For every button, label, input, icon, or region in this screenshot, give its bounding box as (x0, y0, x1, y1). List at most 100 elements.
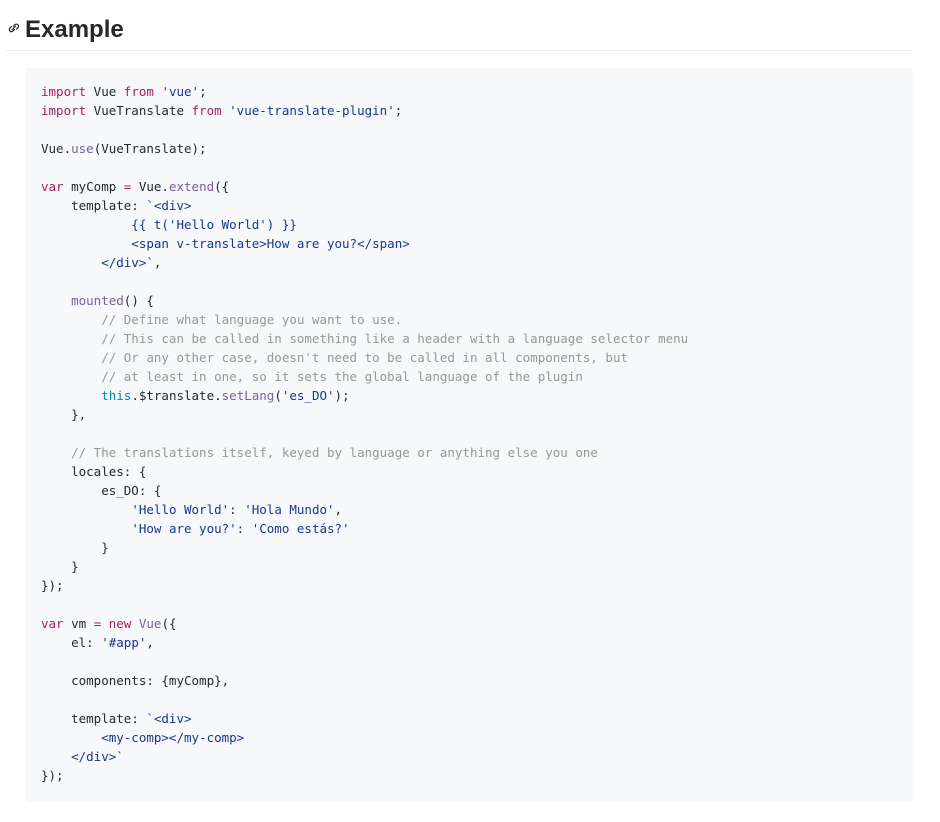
code-line: } (41, 538, 688, 557)
code-token: vm (63, 616, 94, 631)
code-token: } (41, 540, 109, 555)
code-line: import VueTranslate from 'vue-translate-… (41, 101, 688, 120)
code-token: components: {myComp}, (41, 673, 230, 688)
code-line: template: `<div> (41, 709, 688, 728)
code-token: `<div> (146, 198, 192, 213)
code-line: import Vue from 'vue'; (41, 82, 688, 101)
code-token: <span v-translate>How are you?</span> (41, 236, 410, 251)
code-line: 'Hello World': 'Hola Mundo', (41, 500, 688, 519)
code-token: </div>` (41, 749, 124, 764)
code-token: : (229, 502, 245, 517)
code-token: `<div> (146, 711, 192, 726)
code-line: mounted() { (41, 291, 688, 310)
code-line: this.$translate.setLang('es_DO'); (41, 386, 688, 405)
code-line: // at least in one, so it sets the globa… (41, 367, 688, 386)
code-line: }); (41, 766, 688, 785)
code-token: Vue. (41, 141, 72, 156)
code-token: // at least in one, so it sets the globa… (41, 369, 583, 384)
code-line: var myComp = Vue.extend({ (41, 177, 688, 196)
code-token: Vue. (131, 179, 169, 194)
code-token: 'vue-translate-plugin' (229, 103, 395, 118)
code-token: setLang (221, 388, 275, 403)
code-token: from (191, 103, 222, 118)
code-token: }); (41, 578, 64, 593)
code-token: Vue (138, 616, 162, 631)
code-token: }, (41, 407, 87, 422)
code-token: </div>` (41, 255, 154, 270)
code-line: var vm = new Vue({ (41, 614, 688, 633)
code-token: '#app' (101, 635, 147, 650)
code-line: components: {myComp}, (41, 671, 688, 690)
code-token: mounted (71, 293, 124, 308)
code-token: template: (41, 198, 147, 213)
code-token: : (236, 521, 252, 536)
code-line: locales: { (41, 462, 688, 481)
code-token: es_DO: { (41, 483, 162, 498)
code-token: import (41, 103, 87, 118)
code-token: import (41, 84, 87, 99)
code-line: // Or any other case, doesn't need to be… (41, 348, 688, 367)
code-token: {{ t('Hello World') }} (41, 217, 297, 232)
code-token: template: (41, 711, 147, 726)
code-token: ); (334, 388, 350, 403)
code-line: // Define what language you want to use. (41, 310, 688, 329)
code-token: this (101, 388, 132, 403)
code-token: new (108, 616, 132, 631)
section-heading: Example (6, 14, 913, 51)
code-line: template: `<div> (41, 196, 688, 215)
code-token: () { (123, 293, 154, 308)
code-token: 'vue' (161, 84, 200, 99)
code-token: ({ (214, 179, 230, 194)
code-token: 'How are you?' (131, 521, 237, 536)
code-token: locales: { (41, 464, 147, 479)
code-token: 'Como estás?' (251, 521, 350, 536)
code-token: } (41, 559, 79, 574)
code-token: VueTranslate (86, 103, 192, 118)
code-token: , (334, 502, 343, 517)
code-token: , (153, 255, 162, 270)
code-line: // The translations itself, keyed by lan… (41, 443, 688, 462)
code-token: ; (199, 84, 207, 99)
code-token: (VueTranslate); (93, 141, 207, 156)
code-token: use (71, 141, 94, 156)
code-line: el: '#app', (41, 633, 688, 652)
code-line: </div>`, (41, 253, 688, 272)
code-token: myComp (63, 179, 124, 194)
code-token: ({ (161, 616, 177, 631)
code-token: // Define what language you want to use. (41, 312, 403, 327)
code-line: }); (41, 576, 688, 595)
code-line: } (41, 557, 688, 576)
code-line: 'How are you?': 'Como estás?' (41, 519, 688, 538)
code-line: es_DO: { (41, 481, 688, 500)
code-block: import Vue from 'vue'; import VueTranslat… (25, 68, 913, 802)
code-token: <my-comp></my-comp> (41, 730, 245, 745)
code-token: // Or any other case, doesn't need to be… (41, 350, 628, 365)
code-token: }); (41, 768, 64, 783)
code-token: 'Hola Mundo' (244, 502, 335, 517)
code-line: </div>` (41, 747, 688, 766)
code-token: var (41, 179, 64, 194)
code-line: // This can be called in something like … (41, 329, 688, 348)
code-token: extend (168, 179, 215, 194)
code-token: // The translations itself, keyed by lan… (41, 445, 598, 460)
code-token: .$translate. (131, 388, 222, 403)
code-line: Vue.use(VueTranslate); (41, 139, 688, 158)
code-line: }, (41, 405, 688, 424)
code-token: ; (394, 103, 403, 118)
code-token: el: (41, 635, 102, 650)
section-title: Example (25, 16, 124, 43)
code-token: 'Hello World' (131, 502, 230, 517)
code-content: import Vue from 'vue'; import VueTranslat… (41, 82, 688, 785)
code-token: Vue (86, 84, 124, 99)
code-line: <my-comp></my-comp> (41, 728, 688, 747)
code-token: ( (274, 388, 282, 403)
